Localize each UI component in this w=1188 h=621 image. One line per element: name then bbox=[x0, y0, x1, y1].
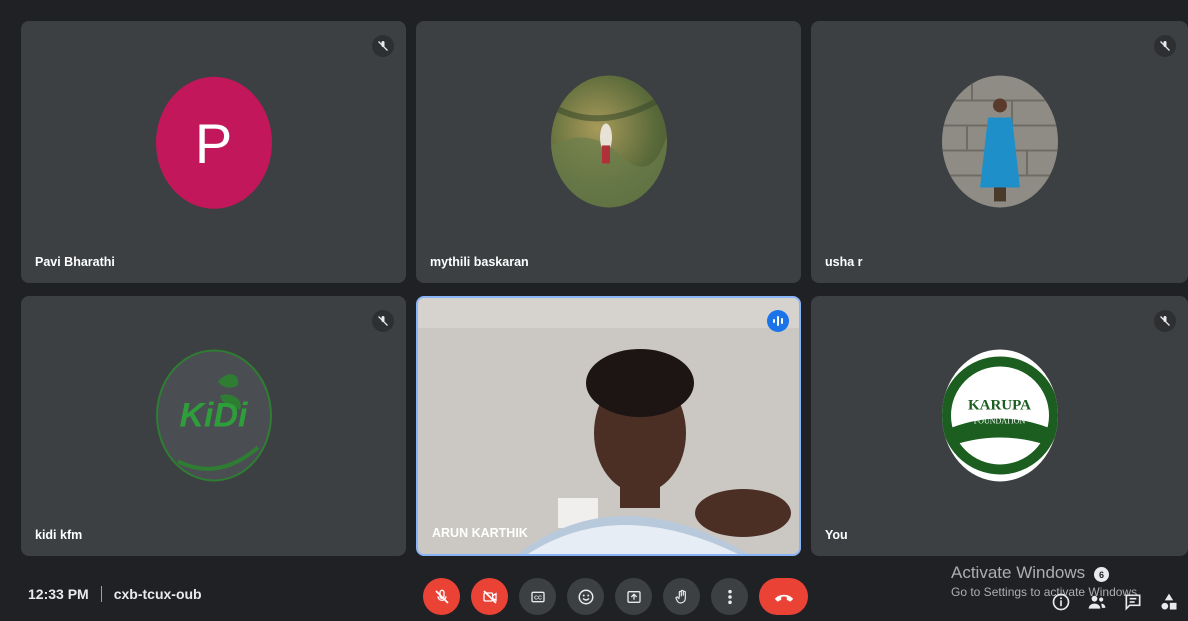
more-options-button[interactable] bbox=[711, 578, 748, 615]
emoji-icon bbox=[578, 589, 593, 604]
avatar-initial: P bbox=[194, 111, 233, 175]
video-feed bbox=[418, 298, 799, 554]
participant-name: Pavi Bharathi bbox=[35, 255, 115, 269]
people-icon bbox=[1088, 595, 1106, 609]
mic-muted-icon bbox=[1154, 35, 1176, 57]
participant-tile[interactable]: KiDi kidi kfm bbox=[21, 296, 406, 556]
participant-tile[interactable]: P Pavi Bharathi bbox=[21, 21, 406, 283]
avatar: P bbox=[155, 76, 272, 209]
participant-tile[interactable]: mythili baskaran bbox=[416, 21, 801, 283]
chat-button[interactable] bbox=[1122, 591, 1144, 613]
participant-name: You bbox=[825, 528, 848, 542]
mic-muted-icon bbox=[372, 35, 394, 57]
avatar bbox=[941, 75, 1058, 208]
avatar bbox=[550, 75, 667, 208]
participant-tile[interactable]: usha r bbox=[811, 21, 1188, 283]
meeting-toolbar: 12:33 PM cxb-tcux-oub CC 6 bbox=[0, 559, 1188, 621]
present-icon bbox=[626, 590, 641, 603]
raise-hand-icon bbox=[674, 589, 686, 604]
side-panel-toggles: 6 bbox=[1050, 567, 1180, 613]
participant-grid: P Pavi Bharathi mythili baskaran usha r … bbox=[0, 0, 1188, 621]
participant-name: ARUN KARTHIK bbox=[432, 526, 528, 540]
more-options-icon bbox=[727, 589, 732, 604]
participant-name: kidi kfm bbox=[35, 528, 83, 542]
camera-off-icon bbox=[482, 589, 497, 604]
mic-off-icon bbox=[434, 589, 449, 604]
participant-name: mythili baskaran bbox=[430, 255, 529, 269]
mic-muted-icon bbox=[1154, 310, 1176, 332]
logo-text-sub: FOUNDATION bbox=[973, 416, 1026, 426]
info-icon bbox=[1052, 593, 1070, 611]
svg-text:CC: CC bbox=[534, 595, 542, 601]
activities-icon bbox=[1161, 593, 1177, 610]
participant-video-tile[interactable]: ARUN KARTHIK bbox=[416, 296, 801, 556]
camera-toggle-button[interactable] bbox=[471, 578, 508, 615]
captions-button[interactable]: CC bbox=[519, 578, 556, 615]
people-button[interactable]: 6 bbox=[1086, 567, 1109, 613]
meeting-info: 12:33 PM cxb-tcux-oub bbox=[28, 586, 202, 602]
mic-toggle-button[interactable] bbox=[423, 578, 460, 615]
avatar: KARUPA FOUNDATION bbox=[941, 349, 1058, 482]
present-button[interactable] bbox=[615, 578, 652, 615]
participant-tile[interactable]: KARUPA FOUNDATION You bbox=[811, 296, 1188, 556]
logo-text-main: KARUPA bbox=[967, 397, 1032, 414]
people-count-badge: 6 bbox=[1094, 567, 1109, 582]
divider bbox=[100, 586, 102, 602]
call-controls: CC bbox=[423, 578, 808, 615]
captions-icon: CC bbox=[530, 591, 545, 602]
leave-call-button[interactable] bbox=[759, 578, 808, 615]
meeting-code: cxb-tcux-oub bbox=[113, 586, 202, 602]
kidi-logo-text: KiDi bbox=[179, 395, 248, 434]
activities-button[interactable] bbox=[1158, 591, 1180, 613]
participant-name: usha r bbox=[825, 255, 863, 269]
speaking-indicator-icon bbox=[767, 310, 789, 332]
chat-icon bbox=[1125, 594, 1141, 611]
meeting-time: 12:33 PM bbox=[28, 586, 89, 602]
meeting-details-button[interactable] bbox=[1050, 591, 1072, 613]
reactions-button[interactable] bbox=[567, 578, 604, 615]
mic-muted-icon bbox=[372, 310, 394, 332]
raise-hand-button[interactable] bbox=[663, 578, 700, 615]
avatar: KiDi bbox=[155, 349, 272, 482]
end-call-icon bbox=[774, 594, 793, 602]
